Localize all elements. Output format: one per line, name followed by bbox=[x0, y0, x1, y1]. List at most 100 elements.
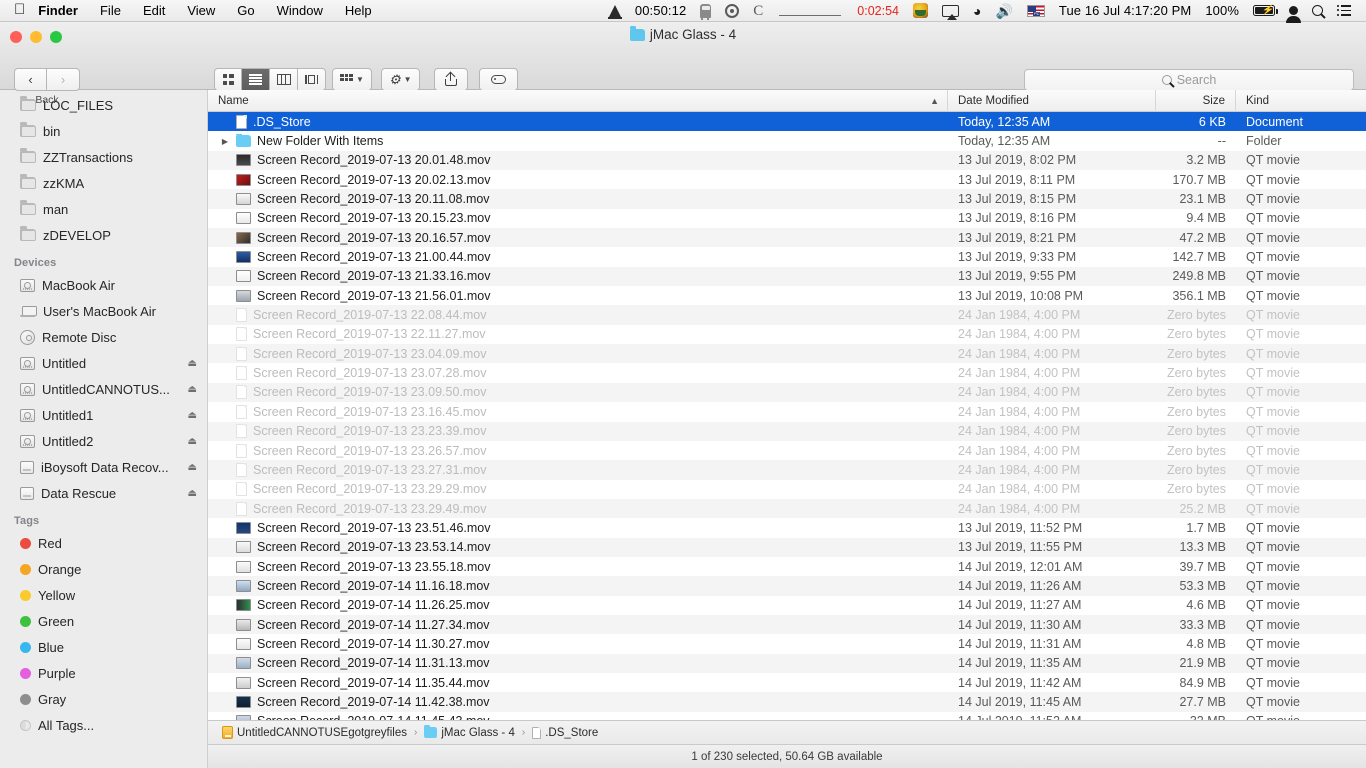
table-row[interactable]: ▶ Screen Record_2019-07-13 22.11.27.mov 24… bbox=[208, 325, 1366, 344]
eject-icon[interactable]: ⏏ bbox=[188, 384, 197, 395]
sidebar-tag-yellow[interactable]: Yellow bbox=[0, 582, 207, 608]
table-row[interactable]: ▶ Screen Record_2019-07-13 23.27.31.mov 24… bbox=[208, 460, 1366, 480]
sidebar-tag-gray[interactable]: Gray bbox=[0, 686, 207, 712]
table-row[interactable]: ▶ New Folder With Items Today, 12:35 AM -- F… bbox=[208, 131, 1366, 150]
wifi-icon[interactable]: ◕ bbox=[966, 0, 988, 22]
file-name-cell[interactable]: ▶ Screen Record_2019-07-13 22.08.44.mov bbox=[208, 308, 948, 323]
file-name-cell[interactable]: ▶ Screen Record_2019-07-13 23.26.57.mov bbox=[208, 443, 948, 458]
table-row[interactable]: ▶ Screen Record_2019-07-13 20.15.23.mov 13… bbox=[208, 209, 1366, 228]
menu-item-window[interactable]: Window bbox=[266, 0, 334, 22]
table-row[interactable]: ▶ Screen Record_2019-07-13 23.53.14.mov 13… bbox=[208, 537, 1366, 557]
file-name-cell[interactable]: ▶ Screen Record_2019-07-13 21.33.16.mov bbox=[208, 269, 948, 283]
file-name-cell[interactable]: ▶ Screen Record_2019-07-13 21.56.01.mov bbox=[208, 289, 948, 303]
sidebar-item-user-s-macbook-air[interactable]: User's MacBook Air bbox=[0, 298, 207, 324]
file-name-cell[interactable]: ▶ Screen Record_2019-07-14 11.16.18.mov bbox=[208, 579, 948, 593]
sidebar-item-zztransactions[interactable]: ZZTransactions bbox=[0, 144, 207, 170]
table-row[interactable]: ▶Screen Record_2019-07-14 11.45.43.mov14… bbox=[208, 712, 1366, 720]
menu-item-file[interactable]: File bbox=[89, 0, 132, 22]
sidebar-tag-red[interactable]: Red bbox=[0, 530, 207, 556]
table-row[interactable]: ▶ Screen Record_2019-07-13 20.16.57.mov 13… bbox=[208, 228, 1366, 248]
sidebar-item-remote-disc[interactable]: Remote Disc bbox=[0, 324, 207, 350]
column-header-size[interactable]: Size bbox=[1156, 89, 1236, 112]
spotlight-search-icon[interactable] bbox=[1305, 0, 1330, 22]
breadcrumb-item[interactable]: UntitledCANNOTUSEgotgreyfiles bbox=[222, 726, 407, 739]
sidebar-tag-all-tags-[interactable]: All Tags... bbox=[0, 712, 207, 738]
sidebar-item-bin[interactable]: bin bbox=[0, 118, 207, 144]
recording-timer[interactable]: 0:02:54 bbox=[850, 0, 906, 22]
volume-icon[interactable]: 🔊 bbox=[988, 0, 1019, 22]
airplay-icon[interactable] bbox=[935, 0, 966, 22]
sidebar-item-untitled2[interactable]: Untitled2 ⏏ bbox=[0, 428, 207, 454]
file-name-cell[interactable]: ▶ Screen Record_2019-07-13 20.01.48.mov bbox=[208, 153, 948, 167]
file-name-cell[interactable]: ▶ Screen Record_2019-07-13 23.27.31.mov bbox=[208, 462, 948, 477]
file-name-cell[interactable]: ▶ Screen Record_2019-07-13 23.23.39.mov bbox=[208, 424, 948, 439]
file-name-cell[interactable]: ▶ Screen Record_2019-07-13 22.11.27.mov bbox=[208, 327, 948, 342]
sidebar-item-zzkma[interactable]: zzKMA bbox=[0, 170, 207, 196]
table-row[interactable]: ▶ Screen Record_2019-07-13 21.56.01.mov 13… bbox=[208, 286, 1366, 305]
file-name-cell[interactable]: ▶ Screen Record_2019-07-13 23.16.45.mov bbox=[208, 404, 948, 419]
table-row[interactable]: ▶ Screen Record_2019-07-13 23.09.50.mov 24… bbox=[208, 382, 1366, 403]
table-row[interactable]: ▶ Screen Record_2019-07-14 11.30.27.mov 14… bbox=[208, 634, 1366, 653]
sidebar-item-iboysoft-data-recov-[interactable]: iBoysoft Data Recov... ⏏ bbox=[0, 454, 207, 480]
close-button[interactable] bbox=[10, 31, 22, 43]
file-name-cell[interactable]: ▶ Screen Record_2019-07-13 23.55.18.mov bbox=[208, 560, 948, 574]
table-row[interactable]: ▶ Screen Record_2019-07-13 23.16.45.mov 24… bbox=[208, 402, 1366, 421]
file-name-cell[interactable]: ▶ Screen Record_2019-07-14 11.30.27.mov bbox=[208, 637, 948, 651]
file-name-cell[interactable]: ▶ Screen Record_2019-07-14 11.35.44.mov bbox=[208, 676, 948, 690]
sidebar-tag-blue[interactable]: Blue bbox=[0, 634, 207, 660]
table-row[interactable]: ▶ Screen Record_2019-07-13 20.01.48.mov 13… bbox=[208, 150, 1366, 171]
list-view-button[interactable] bbox=[242, 68, 270, 91]
arrange-button[interactable]: ▼ bbox=[332, 68, 372, 91]
sidebar-item-man[interactable]: man bbox=[0, 196, 207, 222]
table-row[interactable]: ▶ Screen Record_2019-07-13 23.04.09.mov 24… bbox=[208, 344, 1366, 364]
file-name-cell[interactable]: ▶ Screen Record_2019-07-13 20.02.13.mov bbox=[208, 173, 948, 187]
train-icon[interactable] bbox=[693, 0, 718, 22]
sidebar-item-untitledcannotus-[interactable]: UntitledCANNOTUS... ⏏ bbox=[0, 376, 207, 402]
battery-icon[interactable]: ⚡ bbox=[1246, 0, 1282, 22]
notification-center-icon[interactable] bbox=[1330, 0, 1358, 22]
forward-button[interactable]: › bbox=[47, 68, 80, 91]
sidebar-item-macbook-air[interactable]: MacBook Air bbox=[0, 272, 207, 298]
table-row[interactable]: ▶ Screen Record_2019-07-14 11.35.44.mov 14… bbox=[208, 673, 1366, 692]
column-header-date-modified[interactable]: Date Modified bbox=[948, 89, 1156, 112]
menu-item-go[interactable]: Go bbox=[226, 0, 265, 22]
breadcrumb-item[interactable]: .DS_Store bbox=[532, 726, 598, 739]
table-row[interactable]: ▶ Screen Record_2019-07-14 11.16.18.mov 14… bbox=[208, 576, 1366, 596]
sidebar-item-untitled1[interactable]: Untitled1 ⏏ bbox=[0, 402, 207, 428]
column-header-kind[interactable]: Kind bbox=[1236, 90, 1366, 112]
timer-status[interactable]: 00:50:12 bbox=[628, 0, 693, 22]
table-row[interactable]: ▶ Screen Record_2019-07-13 20.11.08.mov 13… bbox=[208, 189, 1366, 209]
file-name-cell[interactable]: ▶ New Folder With Items bbox=[208, 134, 948, 148]
file-name-cell[interactable]: ▶ Screen Record_2019-07-13 23.07.28.mov bbox=[208, 366, 948, 381]
search-field[interactable]: Search bbox=[1024, 69, 1354, 91]
file-name-cell[interactable]: ▶ Screen Record_2019-07-13 20.11.08.mov bbox=[208, 192, 948, 206]
table-row[interactable]: ▶ Screen Record_2019-07-13 23.23.39.mov 24… bbox=[208, 421, 1366, 441]
sidebar-item-zdevelop[interactable]: zDEVELOP bbox=[0, 222, 207, 248]
file-name-cell[interactable]: ▶ Screen Record_2019-07-13 23.51.46.mov bbox=[208, 521, 948, 535]
file-name-cell[interactable]: ▶ .DS_Store bbox=[208, 114, 948, 129]
eject-icon[interactable]: ⏏ bbox=[188, 462, 197, 473]
table-row[interactable]: ▶ Screen Record_2019-07-13 23.29.29.mov 24… bbox=[208, 480, 1366, 499]
menu-item-finder[interactable]: Finder bbox=[38, 0, 89, 22]
table-row[interactable]: ▶ Screen Record_2019-07-13 20.02.13.mov 13… bbox=[208, 170, 1366, 189]
share-button[interactable] bbox=[434, 68, 468, 91]
eject-icon[interactable]: ⏏ bbox=[188, 410, 197, 421]
file-name-cell[interactable]: ▶ Screen Record_2019-07-14 11.31.13.mov bbox=[208, 656, 948, 670]
file-name-cell[interactable]: ▶ Screen Record_2019-07-14 11.26.25.mov bbox=[208, 598, 948, 612]
table-row[interactable]: ▶ Screen Record_2019-07-14 11.27.34.mov 14… bbox=[208, 614, 1366, 635]
sidebar-tag-purple[interactable]: Purple bbox=[0, 660, 207, 686]
file-name-cell[interactable]: ▶ Screen Record_2019-07-13 20.15.23.mov bbox=[208, 211, 948, 225]
table-row[interactable]: ▶ Screen Record_2019-07-13 23.26.57.mov 24… bbox=[208, 441, 1366, 460]
file-name-cell[interactable]: ▶ Screen Record_2019-07-14 11.27.34.mov bbox=[208, 618, 948, 632]
target-icon[interactable] bbox=[718, 0, 746, 22]
file-name-cell[interactable]: ▶ Screen Record_2019-07-14 11.42.38.mov bbox=[208, 695, 948, 709]
table-row[interactable]: ▶ Screen Record_2019-07-13 22.08.44.mov 24… bbox=[208, 305, 1366, 325]
user-account-icon[interactable] bbox=[1282, 0, 1305, 23]
action-button[interactable]: ⚙ ▼ bbox=[381, 68, 420, 91]
menu-item-edit[interactable]: Edit bbox=[132, 0, 176, 22]
table-row[interactable]: ▶ Screen Record_2019-07-13 23.29.49.mov 24… bbox=[208, 498, 1366, 519]
minimize-button[interactable] bbox=[30, 31, 42, 43]
sidebar-item-data-rescue[interactable]: Data Rescue ⏏ bbox=[0, 480, 207, 506]
table-row[interactable]: ▶ Screen Record_2019-07-13 23.51.46.mov 13… bbox=[208, 518, 1366, 537]
sidebar-tag-green[interactable]: Green bbox=[0, 608, 207, 634]
